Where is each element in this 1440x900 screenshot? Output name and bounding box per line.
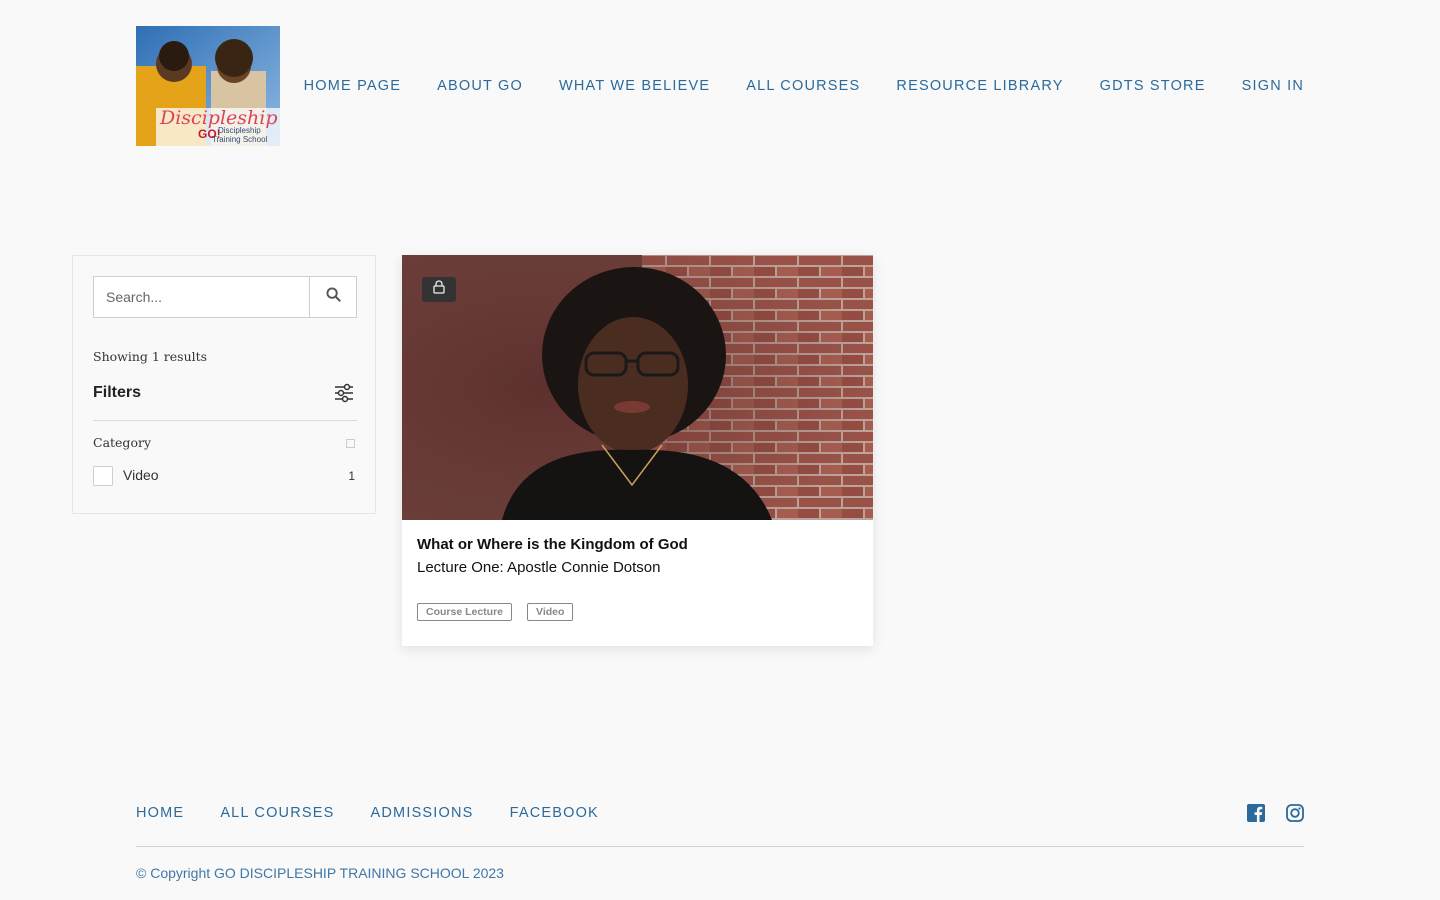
filter-option-label: Video — [123, 467, 159, 483]
course-subtitle: Lecture One: Apostle Connie Dotson — [417, 559, 661, 576]
filter-option-video: Video 1 — [93, 466, 357, 486]
course-card[interactable]: What or Where is the Kingdom of God Lect… — [402, 255, 873, 646]
category-label: Category — [93, 435, 152, 450]
footer-link-home[interactable]: HOME — [136, 805, 184, 821]
lock-icon — [433, 280, 445, 299]
instagram-icon[interactable] — [1286, 804, 1304, 827]
footer-nav: HOME ALL COURSES ADMISSIONS FACEBOOK — [136, 805, 599, 821]
svg-text:Discipleship: Discipleship — [218, 126, 261, 135]
filter-option-count: 1 — [348, 469, 355, 483]
search-button[interactable] — [309, 277, 356, 317]
nav-gdts-store[interactable]: GDTS STORE — [1100, 78, 1206, 94]
social-links — [1247, 804, 1304, 827]
footer-link-admissions[interactable]: ADMISSIONS — [371, 805, 474, 821]
footer-link-facebook[interactable]: FACEBOOK — [510, 805, 599, 821]
nav-resource-library[interactable]: RESOURCE LIBRARY — [896, 78, 1063, 94]
filters-title: Filters — [93, 384, 142, 401]
filters-header: Filters — [93, 382, 357, 421]
course-thumbnail[interactable] — [402, 255, 873, 520]
results-count: Showing 1 results — [93, 349, 208, 364]
search-input[interactable] — [94, 277, 309, 317]
tag-course-lecture[interactable]: Course Lecture — [417, 603, 513, 621]
search-icon — [325, 287, 341, 307]
nav-all-courses[interactable]: ALL COURSES — [746, 78, 860, 94]
nav-sign-in[interactable]: SIGN IN — [1242, 78, 1304, 94]
filter-sidebar: Showing 1 results Filters Category Video… — [72, 255, 376, 514]
copyright-text: © Copyright GO DISCIPLESHIP TRAINING SCH… — [136, 865, 504, 881]
tag-video[interactable]: Video — [527, 603, 574, 621]
facebook-icon[interactable] — [1247, 804, 1265, 827]
nav-home-page[interactable]: HOME PAGE — [304, 78, 402, 94]
course-title[interactable]: What or Where is the Kingdom of God — [417, 536, 688, 553]
site-logo[interactable]: Discipleship GO! Discipleship Training S… — [136, 26, 280, 146]
sliders-icon[interactable] — [333, 382, 355, 409]
collapse-toggle-icon[interactable] — [346, 439, 355, 448]
category-filter-header[interactable]: Category — [93, 435, 357, 450]
video-checkbox[interactable] — [93, 466, 113, 486]
search-box — [93, 276, 357, 318]
footer-divider — [136, 846, 1304, 847]
lock-badge — [422, 277, 456, 302]
nav-about-go[interactable]: ABOUT GO — [437, 78, 523, 94]
footer-link-all-courses[interactable]: ALL COURSES — [220, 805, 334, 821]
course-tags: Course Lecture Video — [417, 603, 574, 621]
main-nav: HOME PAGE ABOUT GO WHAT WE BELIEVE ALL C… — [304, 78, 1304, 94]
svg-text:Training School: Training School — [212, 135, 268, 144]
nav-what-we-believe[interactable]: WHAT WE BELIEVE — [559, 78, 710, 94]
